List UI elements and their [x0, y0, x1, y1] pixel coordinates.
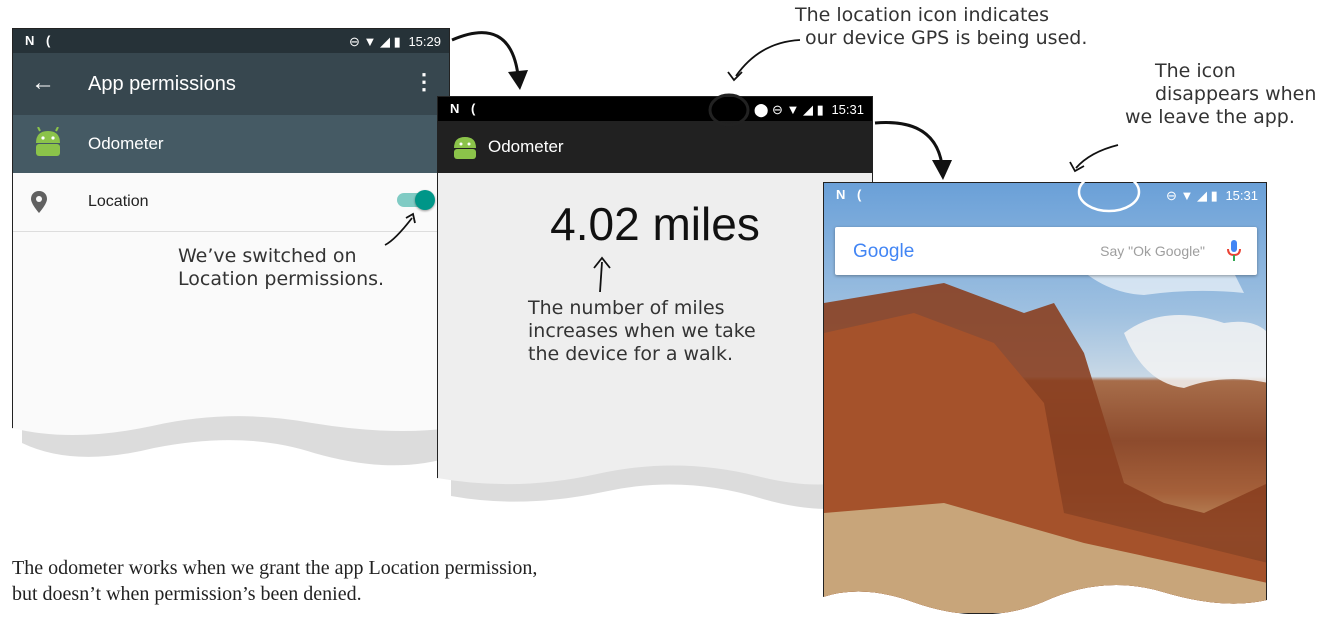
arrow-switched-on: [384, 217, 413, 246]
annotation-switched-on: We’ve switched on Location permissions.: [178, 245, 384, 291]
arrow-icon-disappears: [1075, 144, 1119, 169]
annotation-line: increases when we take: [528, 320, 756, 342]
caption-line: The odometer works when we grant the app…: [12, 557, 538, 579]
annotation-location-icon: The location icon indicates our device G…: [795, 4, 1087, 50]
annotation-line: The number of miles: [528, 297, 725, 319]
arrow-screen1-to-screen2: [451, 31, 520, 76]
annotation-line: The icon: [1155, 60, 1236, 82]
caption-line: but doesn’t when permission’s been denie…: [12, 583, 362, 605]
figure-caption: The odometer works when we grant the app…: [12, 555, 537, 607]
annotation-miles: The number of miles increases when we ta…: [528, 297, 756, 366]
arrow-miles: [599, 261, 603, 293]
arrow-location-icon: [735, 39, 801, 77]
annotation-line: Location permissions.: [178, 268, 385, 290]
annotation-line: we leave the app.: [1125, 106, 1295, 128]
annotation-line: We’ve switched on: [178, 245, 357, 267]
annotation-line: the device for a walk.: [528, 343, 734, 365]
annotation-line: The location icon indicates: [795, 4, 1050, 26]
annotation-line: our device GPS is being used.: [805, 27, 1088, 49]
arrow-screen2-to-screen3: [874, 121, 944, 166]
annotation-icon-disappears: The icon disappears when we leave the ap…: [1125, 60, 1316, 129]
annotation-line: disappears when: [1155, 83, 1317, 105]
